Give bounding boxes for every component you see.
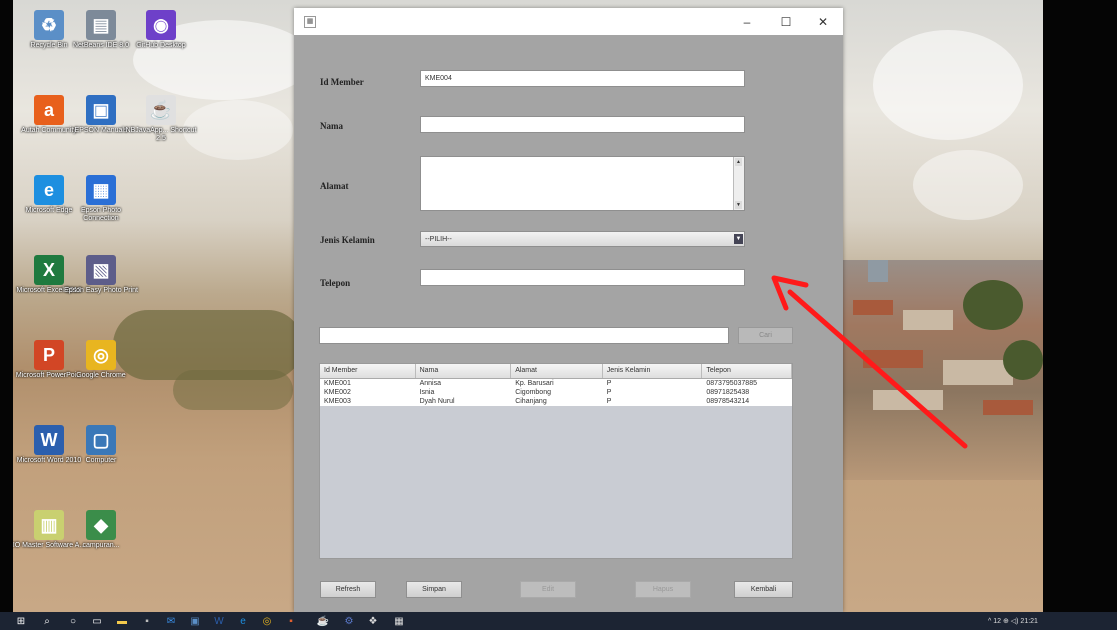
app-taskbar-icon[interactable]: ▪ (284, 615, 298, 627)
edge-taskbar-icon[interactable]: e (236, 615, 250, 627)
windows-start-icon[interactable]: ⊞ (14, 615, 28, 627)
annotation-arrow (771, 275, 968, 449)
taskbar: ⊞ ⌕ ○ ▭ ▬ ▪ ✉ ▣ W e ◎ ▪ ☕ ⚙ ❖ ▦ ^ 12 ⊕ ◁… (0, 612, 1117, 630)
running-app-taskbar-icon[interactable]: ▦ (392, 615, 406, 627)
store-icon[interactable]: ▪ (140, 615, 154, 627)
file-explorer-icon[interactable]: ▬ (115, 615, 129, 627)
system-tray[interactable]: ^ 12 ⊕ ◁) 21:21 (988, 615, 1038, 627)
settings-taskbar-icon[interactable]: ⚙ (342, 615, 356, 627)
chrome-taskbar-icon[interactable]: ◎ (260, 615, 274, 627)
screen: ♻ Recycle Bin ▤ NetBeans IDE 8.0 ◉ GitHub Des… (0, 0, 1117, 630)
java-taskbar-icon[interactable]: ☕ (316, 615, 330, 627)
windows-taskbar-icon[interactable]: ❖ (366, 615, 380, 627)
tray-text: ^ 12 ⊕ ◁) 21:21 (988, 618, 1038, 625)
task-view-icon[interactable]: ▭ (90, 615, 104, 627)
word-taskbar-icon[interactable]: W (212, 615, 226, 627)
search-icon[interactable]: ⌕ (40, 615, 54, 627)
netbeans-taskbar-icon[interactable]: ▣ (188, 615, 202, 627)
mail-icon[interactable]: ✉ (164, 615, 178, 627)
cortana-icon[interactable]: ○ (66, 615, 80, 627)
arrow-shaft (787, 289, 968, 449)
